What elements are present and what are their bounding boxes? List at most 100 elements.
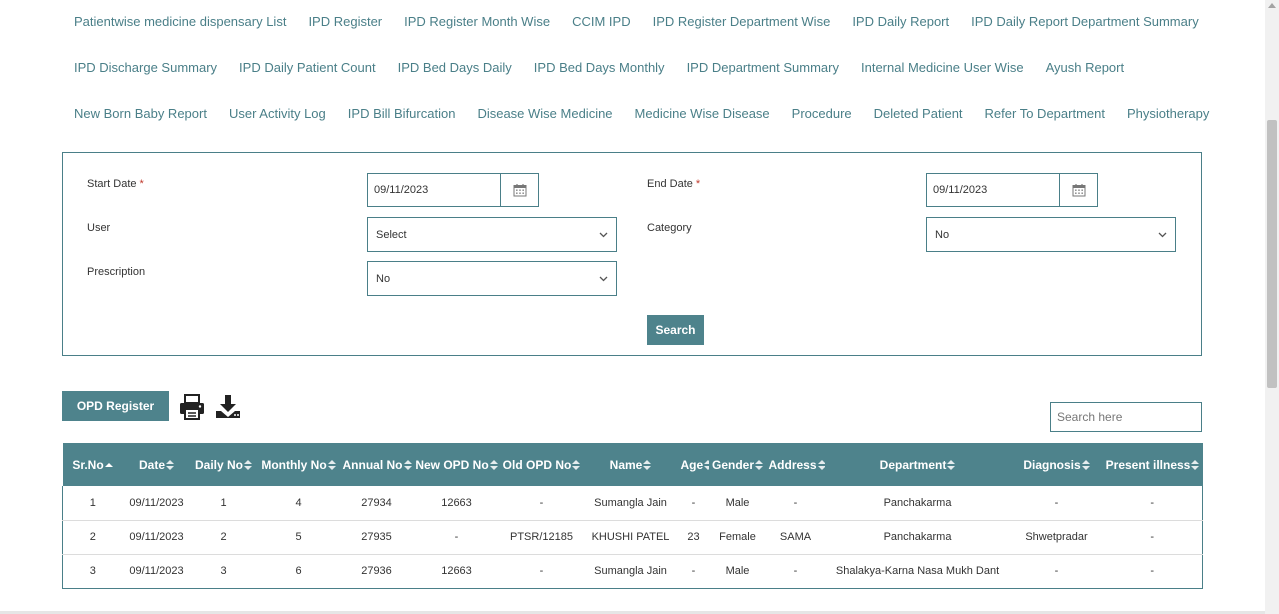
cell-old-opd-no: -	[500, 486, 583, 521]
cell-date: 09/11/2023	[122, 554, 191, 589]
cell-name: KHUSHI PATEL	[582, 520, 679, 555]
cell-annual-no: 27935	[340, 520, 413, 555]
cell-daily-no: 1	[190, 486, 257, 521]
cell-old-opd-no: PTSR/12185	[500, 520, 583, 555]
column-header-sr-no[interactable]: Sr.No	[62, 443, 123, 486]
column-header-name[interactable]: Name	[582, 443, 679, 486]
nav-link-ipd-department-summary[interactable]: IPD Department Summary	[676, 60, 850, 75]
cell-daily-no: 3	[190, 554, 257, 589]
nav-link-ipd-bed-days-monthly[interactable]: IPD Bed Days Monthly	[523, 60, 676, 75]
column-header-date[interactable]: Date	[122, 443, 191, 486]
nav-link-ipd-register-department-wise[interactable]: IPD Register Department Wise	[642, 14, 842, 29]
nav-link-refer-to-department[interactable]: Refer To Department	[974, 106, 1116, 121]
cell-date: 09/11/2023	[122, 520, 191, 555]
column-header-present-illness[interactable]: Present illness	[1102, 443, 1203, 486]
sort-icon	[403, 459, 412, 470]
cell-new-opd-no: 12663	[412, 486, 501, 521]
sort-icon	[166, 459, 174, 470]
cell-address: -	[766, 486, 825, 521]
nav-link-patientwise-medicine-dispensary-list[interactable]: Patientwise medicine dispensary List	[63, 14, 297, 29]
required-mark: *	[695, 178, 701, 190]
table-row: 2 09/11/2023 2 5 27935 - PTSR/12185 KHUS…	[62, 520, 1203, 555]
nav-link-ipd-daily-patient-count[interactable]: IPD Daily Patient Count	[228, 60, 387, 75]
prescription-label: Prescription	[87, 266, 146, 278]
start-date-calendar-icon[interactable]	[501, 174, 538, 206]
nav-row-3: New Born Baby Report User Activity Log I…	[63, 106, 1220, 121]
sort-asc-icon	[104, 460, 113, 470]
nav-link-user-activity-log[interactable]: User Activity Log	[218, 106, 337, 121]
cell-sr-no: 2	[62, 520, 123, 555]
cell-name: Sumangla Jain	[582, 486, 679, 521]
column-header-gender[interactable]: Gender	[708, 443, 767, 486]
table-header-row: Sr.No Date Daily No Monthly No Annual No…	[62, 443, 1203, 486]
vertical-scrollbar[interactable]	[1265, 0, 1279, 614]
category-select[interactable]: No	[926, 217, 1176, 252]
nav-link-ipd-daily-report-department-summary[interactable]: IPD Daily Report Department Summary	[960, 14, 1210, 29]
table-search-input[interactable]	[1050, 402, 1202, 432]
nav-link-ipd-register-month-wise[interactable]: IPD Register Month Wise	[393, 14, 561, 29]
sort-icon	[643, 459, 652, 470]
scrollbar-thumb[interactable]	[1267, 120, 1277, 388]
nav-link-new-born-baby-report[interactable]: New Born Baby Report	[63, 106, 218, 121]
sort-icon	[817, 459, 825, 470]
column-header-age[interactable]: Age	[678, 443, 709, 486]
column-header-daily-no[interactable]: Daily No	[190, 443, 257, 486]
end-date-calendar-icon[interactable]	[1060, 174, 1097, 206]
cell-present-illness: -	[1102, 520, 1203, 555]
cell-monthly-no: 5	[256, 520, 341, 555]
sort-icon	[947, 459, 956, 470]
nav-link-disease-wise-medicine[interactable]: Disease Wise Medicine	[466, 106, 623, 121]
user-label: User	[87, 222, 111, 234]
nav-row-2: IPD Discharge Summary IPD Daily Patient …	[63, 60, 1135, 75]
nav-link-physiotherapy[interactable]: Physiotherapy	[1116, 106, 1220, 121]
download-icon[interactable]	[214, 393, 242, 421]
cell-gender: Male	[708, 554, 767, 589]
end-date-group	[926, 173, 1098, 207]
end-date-input[interactable]	[927, 174, 1060, 206]
nav-row-1: Patientwise medicine dispensary List IPD…	[63, 14, 1210, 29]
nav-link-ipd-bed-days-daily[interactable]: IPD Bed Days Daily	[387, 60, 523, 75]
prescription-select[interactable]: No	[367, 261, 617, 296]
chevron-down-icon	[1158, 232, 1167, 237]
cell-age: -	[678, 486, 709, 521]
sort-icon	[1081, 459, 1090, 470]
column-header-new-opd-no[interactable]: New OPD No	[412, 443, 501, 486]
nav-link-procedure[interactable]: Procedure	[781, 106, 863, 121]
nav-link-medicine-wise-disease[interactable]: Medicine Wise Disease	[624, 106, 781, 121]
column-header-old-opd-no[interactable]: Old OPD No	[500, 443, 583, 486]
search-button[interactable]: Search	[647, 315, 704, 345]
cell-age: -	[678, 554, 709, 589]
column-header-department[interactable]: Department	[824, 443, 1011, 486]
cell-diagnosis: -	[1010, 486, 1103, 521]
start-date-input[interactable]	[368, 174, 501, 206]
cell-present-illness: -	[1102, 486, 1203, 521]
nav-link-ipd-register[interactable]: IPD Register	[297, 14, 393, 29]
cell-new-opd-no: 12663	[412, 554, 501, 589]
user-select[interactable]: Select	[367, 217, 617, 252]
opd-register-button[interactable]: OPD Register	[62, 391, 169, 421]
column-header-annual-no[interactable]: Annual No	[340, 443, 413, 486]
nav-link-ipd-discharge-summary[interactable]: IPD Discharge Summary	[63, 60, 228, 75]
required-mark: *	[139, 178, 144, 190]
cell-present-illness: -	[1102, 554, 1203, 589]
cell-date: 09/11/2023	[122, 486, 191, 521]
cell-annual-no: 27936	[340, 554, 413, 589]
scroll-up-arrow-icon[interactable]	[1268, 3, 1276, 8]
column-header-monthly-no[interactable]: Monthly No	[256, 443, 341, 486]
nav-link-ipd-bill-bifurcation[interactable]: IPD Bill Bifurcation	[337, 106, 467, 121]
cell-department: Panchakarma	[824, 520, 1011, 555]
print-icon[interactable]	[178, 393, 206, 421]
cell-diagnosis: Shwetpradar	[1010, 520, 1103, 555]
column-header-diagnosis[interactable]: Diagnosis	[1010, 443, 1103, 486]
nav-link-ccim-ipd[interactable]: CCIM IPD	[561, 14, 642, 29]
cell-new-opd-no: -	[412, 520, 501, 555]
nav-link-internal-medicine-user-wise[interactable]: Internal Medicine User Wise	[850, 60, 1035, 75]
nav-link-ayush-report[interactable]: Ayush Report	[1035, 60, 1136, 75]
start-date-group	[367, 173, 539, 207]
cell-diagnosis: -	[1010, 554, 1103, 589]
nav-link-ipd-daily-report[interactable]: IPD Daily Report	[841, 14, 960, 29]
category-label: Category	[647, 222, 692, 234]
column-header-address[interactable]: Address	[766, 443, 825, 486]
user-select-value: Select	[376, 228, 407, 241]
nav-link-deleted-patient[interactable]: Deleted Patient	[863, 106, 974, 121]
